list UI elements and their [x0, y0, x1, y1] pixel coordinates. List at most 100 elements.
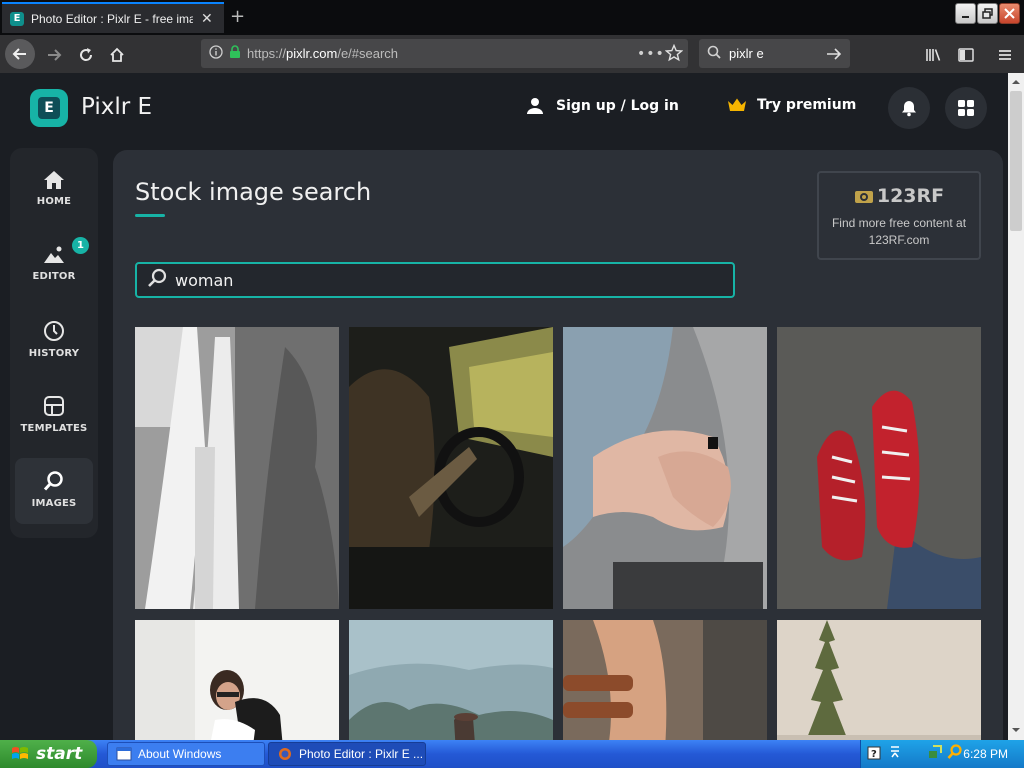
sidebar-item-templates[interactable]: TEMPLATES: [15, 383, 93, 449]
try-premium-label: Try premium: [757, 97, 857, 113]
photo-woman-driving: [349, 327, 553, 609]
system-tray: ? 6:28 PM: [860, 740, 1024, 768]
stock-search-panel: Stock image search 123RF Find more free …: [113, 150, 1003, 740]
scroll-down-icon[interactable]: [1008, 723, 1024, 737]
taskbar-clock: 6:28 PM: [963, 747, 1008, 761]
reload-icon: [80, 48, 93, 61]
camera-icon: [854, 191, 873, 203]
browser-titlebar: E Photo Editor : Pixlr E - free image ✕ …: [0, 0, 1024, 35]
back-button[interactable]: [5, 39, 35, 69]
page-title: Stock image search: [135, 178, 372, 206]
stock-search-field[interactable]: [135, 262, 735, 298]
network-icon[interactable]: [927, 744, 943, 764]
windows-logo-icon: [12, 747, 28, 759]
arrow-right-icon: [48, 49, 62, 61]
image-result[interactable]: [135, 620, 339, 740]
sidebar-item-home[interactable]: HOME: [15, 158, 93, 224]
page-actions-icon[interactable]: •••: [637, 46, 665, 62]
bookmark-star-icon[interactable]: [664, 43, 684, 66]
sidebar-toggle-button[interactable]: [952, 41, 980, 69]
promo-text: Find more free content at 123RF.com: [831, 216, 967, 247]
image-result[interactable]: [777, 620, 981, 740]
help-icon[interactable]: ?: [867, 745, 881, 764]
svg-text:?: ?: [871, 749, 877, 760]
sidebar-item-label: HOME: [36, 196, 72, 207]
restore-button[interactable]: [977, 3, 998, 24]
language-icon[interactable]: [889, 744, 901, 764]
taskbar-item-about-windows[interactable]: About Windows: [107, 742, 265, 766]
promo-brand: 123RF: [876, 185, 945, 207]
home-button[interactable]: [103, 41, 131, 69]
clock-icon: [44, 321, 64, 341]
sidebar-item-label: IMAGES: [31, 498, 77, 509]
start-button[interactable]: start: [0, 740, 97, 768]
sidebar-item-images[interactable]: IMAGES: [15, 458, 93, 524]
pixlr-logo[interactable]: E: [30, 89, 68, 127]
signup-login-label: Sign up / Log in: [556, 98, 679, 114]
image-result[interactable]: [777, 327, 981, 609]
start-label: start: [36, 744, 83, 764]
browser-search-text: pixlr e: [729, 46, 764, 61]
page-scrollbar[interactable]: [1008, 73, 1024, 740]
search-tray-icon[interactable]: [947, 744, 963, 764]
search-icon: [43, 471, 63, 491]
pixlr-e-logo-icon: E: [38, 97, 60, 119]
image-result[interactable]: [563, 620, 767, 740]
taskbar-item-label: Photo Editor : Pixlr E ...: [299, 747, 424, 761]
bell-icon: [902, 101, 916, 117]
window-close-button[interactable]: [999, 3, 1020, 24]
editor-count-badge: 1: [72, 237, 89, 254]
image-result[interactable]: [563, 327, 767, 609]
windows-taskbar: start About Windows Photo Editor : Pixlr…: [0, 740, 1024, 768]
reload-button[interactable]: [72, 41, 100, 69]
photo-woman-bench: [563, 620, 767, 740]
title-underline: [135, 214, 165, 217]
image-result[interactable]: [349, 327, 553, 609]
photo-white-dress: [135, 327, 339, 609]
forward-button[interactable]: [40, 41, 68, 69]
lock-icon: [229, 44, 241, 63]
apps-menu-button[interactable]: [945, 87, 987, 129]
minimize-button[interactable]: [955, 3, 976, 24]
browser-toolbar: https://pixlr.com/e/#search ••• pixlr e: [0, 35, 1024, 73]
scroll-up-icon[interactable]: [1008, 75, 1024, 89]
left-sidebar: HOME EDITOR 1 HISTORY TEMPLATES IMAGES: [10, 148, 98, 538]
close-icon: [1004, 8, 1015, 19]
sidebar-item-label: EDITOR: [32, 271, 76, 282]
new-tab-icon[interactable]: +: [230, 6, 245, 27]
123rf-logo: 123RF: [854, 185, 944, 207]
info-icon[interactable]: [209, 44, 223, 63]
apps-grid-icon: [958, 100, 974, 116]
browser-home-icon: [110, 47, 124, 62]
user-icon: [527, 98, 543, 114]
hamburger-icon: [999, 50, 1011, 60]
try-premium-button[interactable]: Try premium: [727, 97, 856, 113]
templates-icon: [44, 396, 64, 416]
sidebar-item-history[interactable]: HISTORY: [15, 308, 93, 374]
image-result[interactable]: [349, 620, 553, 740]
home-icon: [44, 171, 64, 189]
photo-woman-sunglasses: [135, 620, 339, 740]
browser-search-bar[interactable]: pixlr e: [699, 39, 850, 68]
tab-title: Photo Editor : Pixlr E - free image: [31, 11, 193, 26]
minimize-icon: [961, 15, 969, 18]
photo-hands-rings: [563, 327, 767, 609]
notifications-button[interactable]: [888, 87, 930, 129]
stock-search-input[interactable]: [175, 270, 715, 290]
browser-tab[interactable]: E Photo Editor : Pixlr E - free image ✕: [2, 2, 224, 33]
firefox-icon: [279, 748, 291, 760]
menu-button[interactable]: [991, 41, 1019, 69]
taskbar-item-photo-editor[interactable]: Photo Editor : Pixlr E ...: [268, 742, 426, 766]
photo-misty-landscape: [349, 620, 553, 740]
signup-login-button[interactable]: Sign up / Log in: [526, 97, 679, 115]
close-tab-icon[interactable]: ✕: [201, 11, 213, 27]
app-name: Pixlr E: [81, 94, 153, 120]
magnifier-icon: [707, 44, 721, 63]
address-bar[interactable]: https://pixlr.com/e/#search •••: [201, 39, 688, 68]
image-result[interactable]: [135, 327, 339, 609]
scroll-thumb[interactable]: [1010, 91, 1022, 231]
promo-123rf-card[interactable]: 123RF Find more free content at 123RF.co…: [817, 171, 981, 260]
sidebar-item-label: TEMPLATES: [20, 423, 88, 434]
search-go-icon[interactable]: [826, 46, 842, 65]
library-button[interactable]: [920, 41, 948, 69]
